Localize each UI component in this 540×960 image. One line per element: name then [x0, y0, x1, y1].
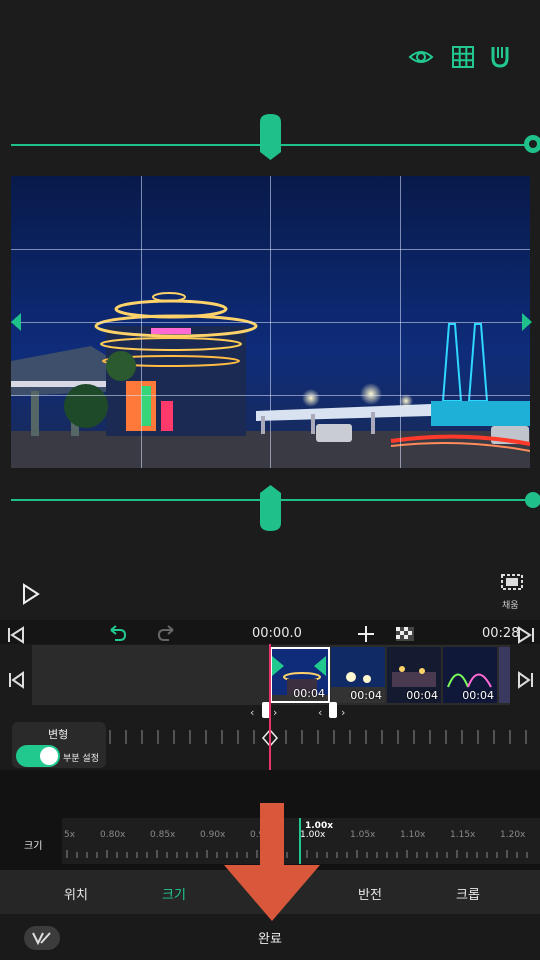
range-right-arrow-icon[interactable]: ›: [341, 706, 345, 719]
top-guide-handle[interactable]: [260, 114, 281, 160]
scale-label: 크기: [24, 841, 43, 852]
clip-duration: 00:04: [350, 689, 382, 702]
transition-icon[interactable]: [396, 626, 414, 641]
prev-clip-icon[interactable]: [6, 670, 26, 690]
video-frame[interactable]: [11, 176, 530, 468]
clip-trim-right-handle[interactable]: [314, 656, 326, 676]
eye-icon[interactable]: [408, 44, 434, 70]
top-right-rotate-handle[interactable]: [522, 133, 540, 155]
range-right-arrow-icon[interactable]: ›: [273, 706, 277, 719]
go-to-end-icon[interactable]: [516, 626, 536, 644]
transform-title: 변형: [48, 728, 69, 741]
clip-thumbnail-partial: [499, 647, 510, 703]
keyframe-ruler[interactable]: [106, 726, 540, 748]
add-icon[interactable]: [356, 624, 376, 644]
play-button[interactable]: [16, 580, 44, 608]
done-button[interactable]: 완료: [258, 928, 282, 947]
bottom-guide-handle[interactable]: [260, 485, 281, 531]
fill-label: 채움: [502, 601, 519, 611]
grid-icon[interactable]: [450, 44, 476, 70]
clip-thumbnail[interactable]: 00:04: [331, 647, 385, 703]
left-edge-handle[interactable]: [11, 313, 23, 331]
playhead[interactable]: [269, 644, 271, 770]
fill-icon[interactable]: [500, 572, 528, 592]
tab-position[interactable]: 위치: [64, 884, 88, 903]
clip-trim-left-handle[interactable]: [272, 656, 284, 676]
range-left-arrow-icon[interactable]: ‹: [250, 706, 254, 719]
magnet-icon[interactable]: [488, 44, 514, 70]
clip-duration: 00:04: [462, 689, 494, 702]
clip-duration: 00:04: [293, 687, 325, 700]
bottom-right-handle[interactable]: [522, 490, 540, 510]
redo-icon[interactable]: [156, 624, 178, 644]
next-clip-icon[interactable]: [516, 670, 536, 690]
partial-setting-label: 부분 설정: [63, 754, 99, 764]
range-left-arrow-icon[interactable]: ‹: [318, 706, 322, 719]
clip-thumbnail[interactable]: 00:04: [387, 647, 441, 703]
right-edge-handle[interactable]: [520, 313, 532, 331]
total-duration: 00:28: [482, 626, 520, 641]
undo-icon[interactable]: [106, 624, 128, 644]
current-timecode: 00:00.0: [252, 626, 302, 641]
clip-duration: 00:04: [406, 689, 438, 702]
app-logo-icon[interactable]: [24, 926, 60, 950]
range-end-handle[interactable]: [329, 702, 337, 718]
clip-thumbnail[interactable]: 00:04: [443, 647, 497, 703]
down-arrow-overlay: [224, 803, 320, 921]
go-to-start-icon[interactable]: [6, 626, 26, 644]
partial-setting-toggle[interactable]: [16, 745, 60, 767]
tab-scale[interactable]: 크기: [162, 884, 186, 903]
tab-flip[interactable]: 반전: [358, 884, 382, 903]
tab-crop[interactable]: 크롭: [456, 884, 480, 903]
